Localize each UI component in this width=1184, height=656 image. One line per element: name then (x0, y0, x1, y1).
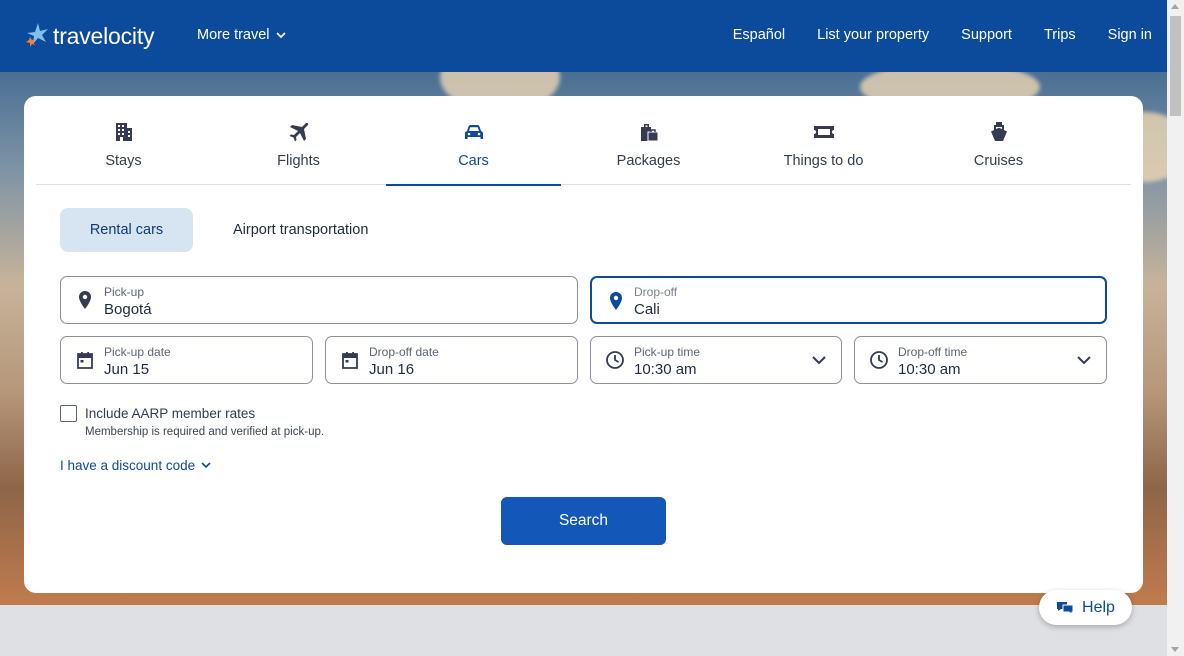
tab-label: Cruises (973, 153, 1024, 169)
ticket-icon (813, 126, 834, 138)
tab-label: Things to do (783, 153, 864, 169)
chevron-down-icon (201, 462, 211, 469)
building-icon (115, 123, 132, 141)
tab-label: Packages (616, 153, 681, 169)
dropoff-time-value: 10:30 am (898, 361, 961, 378)
nav-trips[interactable]: Trips (1044, 27, 1076, 43)
tab-stays[interactable]: Stays (36, 96, 211, 185)
help-label: Help (1082, 598, 1115, 616)
pickup-time-label: Pick-up time (634, 345, 701, 359)
page-scrollbar[interactable] (1167, 0, 1184, 656)
calendar-icon (342, 352, 358, 369)
dropoff-time-select[interactable]: Drop-off time 10:30 am (854, 336, 1107, 384)
pickup-date-label: Pick-up date (104, 345, 171, 359)
nav-list-property[interactable]: List your property (817, 27, 929, 43)
pickup-time-select[interactable]: Pick-up time 10:30 am (590, 336, 842, 384)
nav-sign-in[interactable]: Sign in (1108, 27, 1152, 43)
clock-icon (870, 351, 888, 369)
product-tabs: Stays Flights Cars Packages Things to do… (36, 96, 1131, 186)
pickup-location-field[interactable]: Pick-up Bogotá (60, 276, 578, 324)
more-travel-menu[interactable]: More travel (197, 27, 286, 43)
tab-flights[interactable]: Flights (211, 96, 386, 185)
subtab-rental-cars[interactable]: Rental cars (60, 208, 193, 252)
scroll-up-arrow[interactable] (1171, 4, 1179, 9)
travelocity-logo[interactable]: travelocity (24, 18, 155, 54)
top-header: travelocity More travel Español List you… (0, 0, 1167, 72)
tab-cruises[interactable]: Cruises (911, 96, 1086, 185)
dropoff-time-label: Drop-off time (898, 345, 968, 359)
pickup-time-value: 10:30 am (634, 361, 697, 378)
map-pin-icon (610, 292, 622, 310)
tab-label: Flights (277, 153, 320, 169)
header-nav: Español List your property Support Trips… (733, 27, 1152, 43)
chevron-down-icon (1077, 356, 1091, 365)
pickup-value: Bogotá (104, 301, 152, 318)
subtab-airport-transportation[interactable]: Airport transportation (233, 222, 368, 238)
scroll-down-arrow[interactable] (1171, 647, 1179, 652)
aarp-label: Include AARP member rates (85, 406, 256, 421)
tab-cars[interactable]: Cars (386, 96, 561, 186)
chat-icon (1057, 601, 1074, 615)
ship-icon (990, 122, 1007, 141)
subtab-label: Rental cars (89, 222, 164, 238)
dropoff-date-field[interactable]: Drop-off date Jun 16 (325, 336, 578, 384)
dropoff-label: Drop-off (634, 285, 678, 299)
pickup-date-field[interactable]: Pick-up date Jun 15 (60, 336, 313, 384)
tab-things-to-do[interactable]: Things to do (736, 96, 911, 185)
chevron-down-icon (812, 356, 826, 365)
tab-label: Cars (458, 153, 489, 169)
tab-packages[interactable]: Packages (561, 96, 736, 185)
discount-code-label: I have a discount code (60, 458, 196, 473)
help-button[interactable]: Help (1039, 590, 1132, 625)
car-icon (464, 125, 483, 139)
luggage-icon (640, 124, 658, 142)
dropoff-location-field[interactable]: Drop-off Cali (590, 276, 1107, 324)
discount-code-toggle[interactable]: I have a discount code (60, 458, 211, 473)
calendar-icon (77, 352, 93, 369)
logo-text: travelocity (53, 22, 155, 49)
plane-icon (289, 123, 308, 142)
dropoff-date-label: Drop-off date (369, 345, 439, 359)
dropoff-value: Cali (634, 301, 660, 318)
tab-label: Stays (105, 153, 142, 169)
search-card: Stays Flights Cars Packages Things to do… (24, 96, 1143, 593)
clock-icon (606, 351, 624, 369)
aarp-note: Membership is required and verified at p… (85, 426, 325, 438)
more-travel-label: More travel (197, 27, 270, 43)
aarp-checkbox[interactable] (60, 405, 77, 422)
nav-support[interactable]: Support (961, 27, 1012, 43)
chevron-down-icon (275, 31, 286, 38)
dropoff-date-value: Jun 16 (369, 361, 415, 378)
pickup-date-value: Jun 15 (104, 361, 150, 378)
logo-star-icon (26, 23, 48, 47)
scroll-thumb[interactable] (1170, 16, 1181, 116)
nav-espanol[interactable]: Español (733, 27, 785, 43)
search-button[interactable]: Search (501, 497, 666, 545)
pickup-label: Pick-up (104, 285, 145, 299)
subtab-label: Airport transportation (233, 222, 369, 238)
map-pin-icon (79, 291, 91, 309)
